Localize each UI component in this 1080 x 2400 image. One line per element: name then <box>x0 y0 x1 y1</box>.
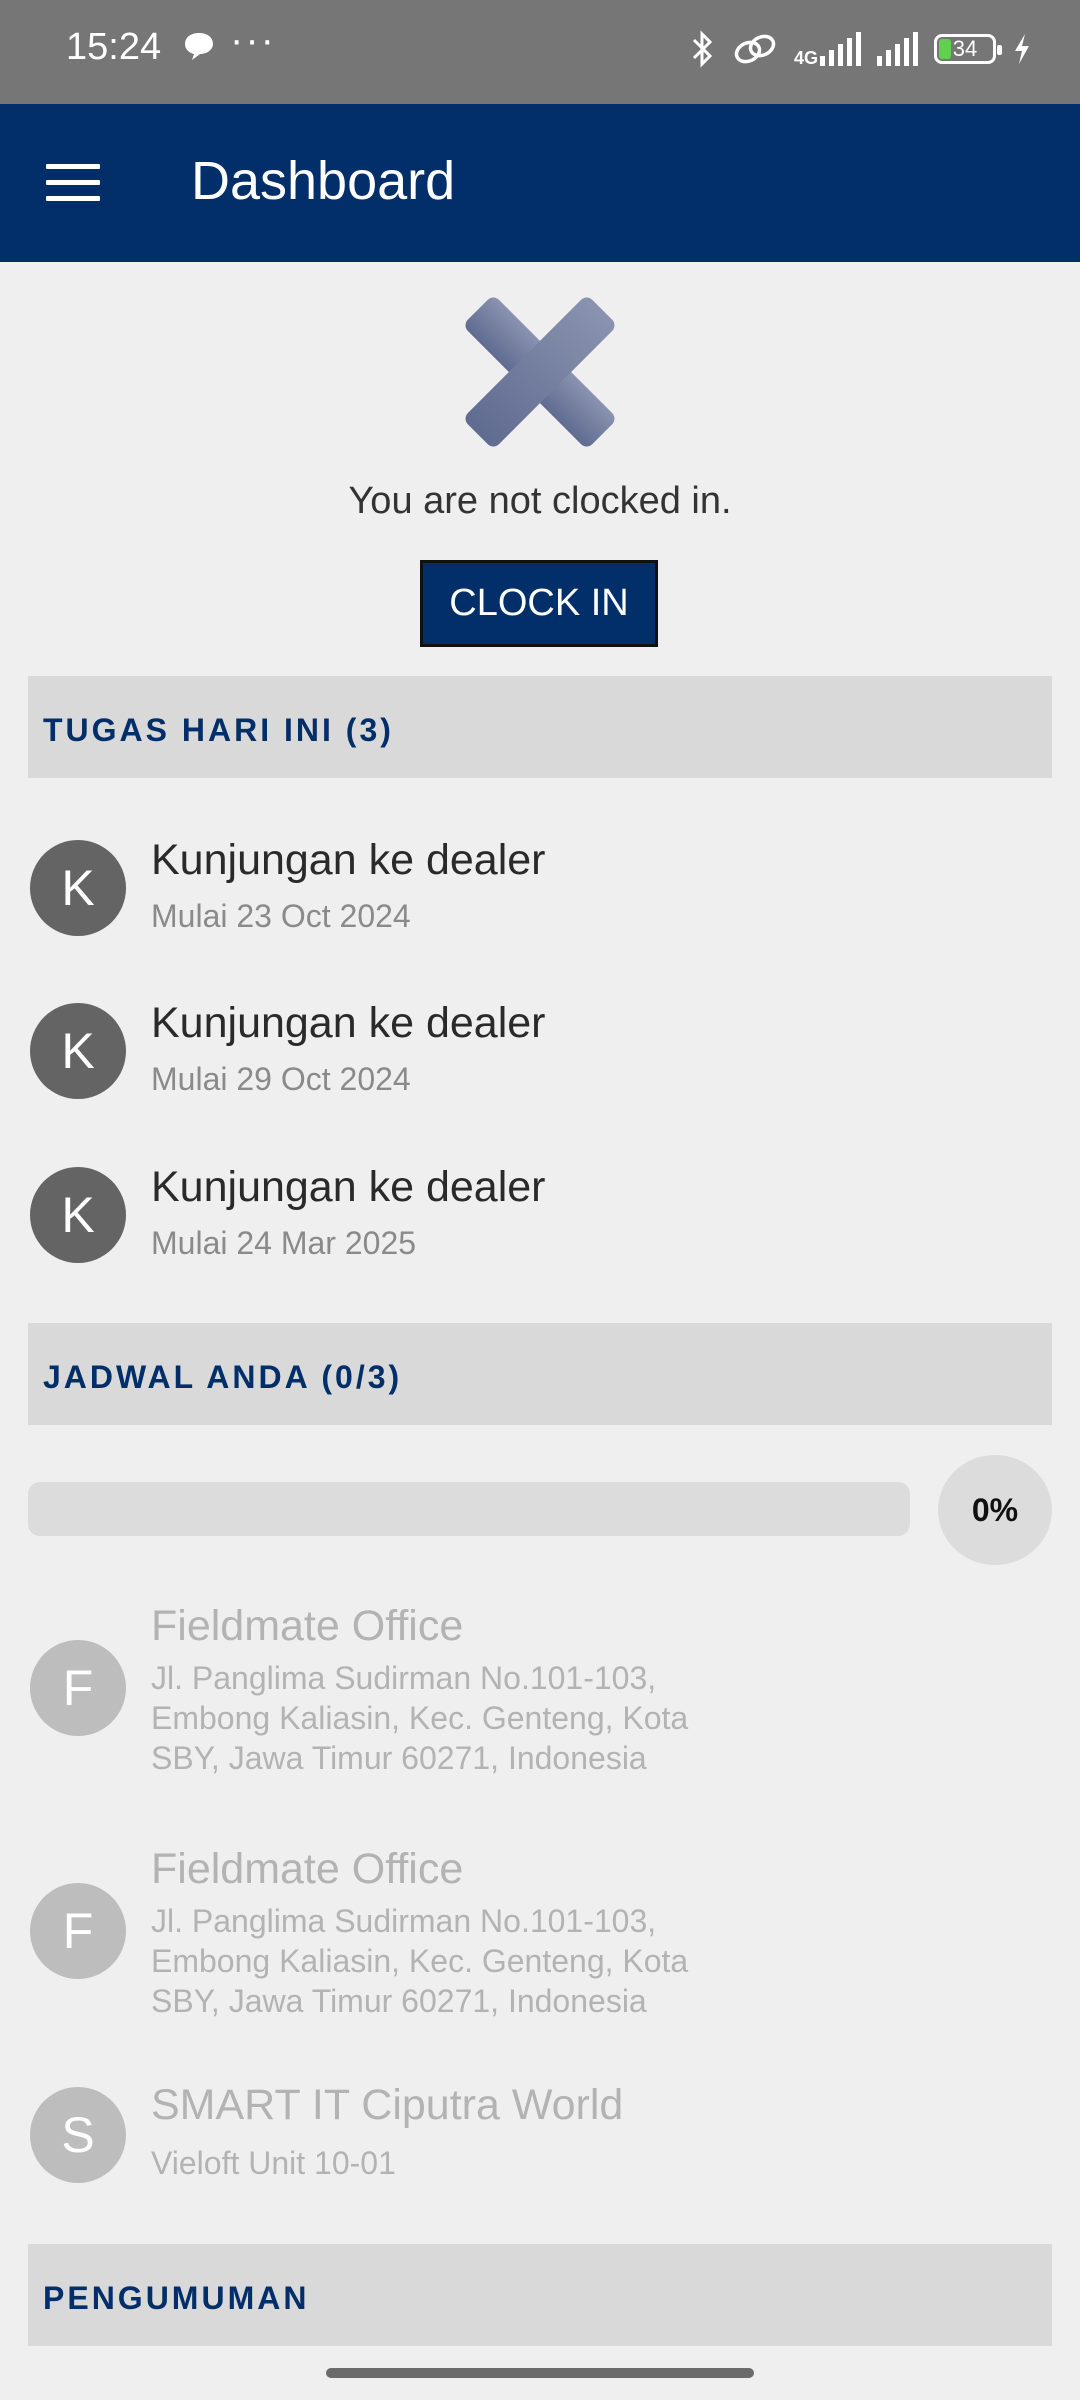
not-clocked-in-x-icon <box>465 297 615 447</box>
announcements-header-label: PENGUMUMAN <box>43 2280 310 2316</box>
task-title: Kunjungan ke dealer <box>151 836 546 884</box>
hotspot-link-icon <box>734 34 776 64</box>
address-line: Jl. Panglima Sudirman No.101-103, <box>151 1660 657 1696</box>
schedule-address: Jl. Panglima Sudirman No.101-103, Embong… <box>151 1901 688 2021</box>
status-time: 15:24 <box>66 26 162 68</box>
schedule-address: Vieloft Unit 10-01 <box>151 2143 396 2183</box>
task-avatar: K <box>30 840 126 936</box>
more-notifications-icon: ··· <box>230 18 276 62</box>
schedule-progress-bar <box>28 1482 910 1536</box>
tasks-section-header: TUGAS HARI INI (3) <box>28 676 1052 778</box>
schedule-location-title: Fieldmate Office <box>151 1845 464 1893</box>
app-bar <box>0 104 1080 262</box>
schedule-location-title: Fieldmate Office <box>151 1602 464 1650</box>
task-avatar: K <box>30 1167 126 1263</box>
schedule-progress-percent: 0% <box>938 1455 1052 1565</box>
status-icons: 4G 34 <box>690 24 1032 74</box>
task-title: Kunjungan ke dealer <box>151 1163 546 1211</box>
menu-icon[interactable] <box>46 164 100 202</box>
address-line: SBY, Jawa Timur 60271, Indonesia <box>151 1983 647 2019</box>
battery-level: 34 <box>952 36 978 61</box>
schedule-section-header: JADWAL ANDA (0/3) <box>28 1323 1052 1425</box>
address-line: Vieloft Unit 10-01 <box>151 2145 396 2181</box>
schedule-location-title: SMART IT Ciputra World <box>151 2081 624 2129</box>
clock-status-message: You are not clocked in. <box>348 480 732 522</box>
bluetooth-icon <box>692 30 713 68</box>
schedule-avatar: S <box>30 2087 126 2183</box>
home-gesture-bar[interactable] <box>326 2368 754 2378</box>
task-avatar: K <box>30 1003 126 1099</box>
schedule-address: Jl. Panglima Sudirman No.101-103, Embong… <box>151 1658 688 1778</box>
network-type-label: 4G <box>793 48 818 68</box>
schedule-avatar: F <box>30 1883 126 1979</box>
status-bar: 15:24 ··· 4G 34 <box>0 0 1080 104</box>
address-line: SBY, Jawa Timur 60271, Indonesia <box>151 1740 647 1776</box>
charging-bolt-icon <box>1015 34 1029 64</box>
task-title: Kunjungan ke dealer <box>151 999 546 1047</box>
mobile-signal-4g-icon: 4G <box>793 32 861 68</box>
battery-icon: 34 <box>934 34 1002 64</box>
clock-in-button[interactable]: CLOCK IN <box>420 560 658 647</box>
signal-strength-icon <box>877 32 918 66</box>
task-start-date: Mulai 29 Oct 2024 <box>151 1061 411 1097</box>
address-line: Jl. Panglima Sudirman No.101-103, <box>151 1903 657 1939</box>
schedule-avatar: F <box>30 1640 126 1736</box>
address-line: Embong Kaliasin, Kec. Genteng, Kota <box>151 1943 689 1979</box>
address-line: Embong Kaliasin, Kec. Genteng, Kota <box>151 1700 689 1736</box>
task-start-date: Mulai 24 Mar 2025 <box>151 1225 417 1261</box>
chat-bubble-icon <box>185 33 213 60</box>
announcements-section-header: PENGUMUMAN <box>28 2244 1052 2346</box>
tasks-header-label: TUGAS HARI INI (3) <box>43 712 394 748</box>
page-title: Dashboard <box>191 151 456 211</box>
schedule-header-label: JADWAL ANDA (0/3) <box>43 1359 403 1395</box>
task-start-date: Mulai 23 Oct 2024 <box>151 898 411 934</box>
